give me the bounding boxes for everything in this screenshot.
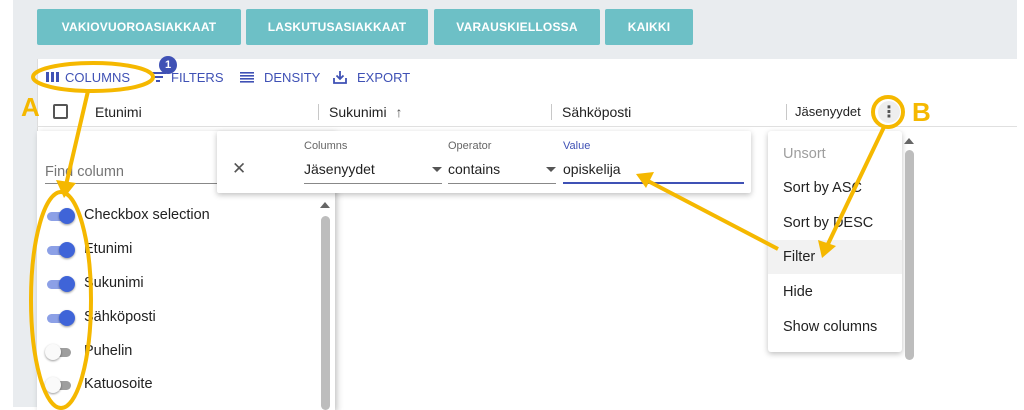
annotation-circle-menu — [871, 95, 905, 129]
annotation-arrow-filter — [647, 179, 779, 251]
annotation-overlay — [29, 61, 905, 410]
annotation-arrowhead-filter — [636, 172, 654, 188]
callout-a: A — [21, 92, 40, 122]
annotation-ellipse-toggles — [29, 190, 93, 410]
annotation-arrowhead-a — [56, 180, 76, 198]
annotation-arrow-a — [64, 90, 90, 186]
annotation-arrow-b — [826, 126, 886, 245]
annotation-ellipse-columns — [31, 61, 155, 93]
callout-b: B — [912, 97, 931, 127]
